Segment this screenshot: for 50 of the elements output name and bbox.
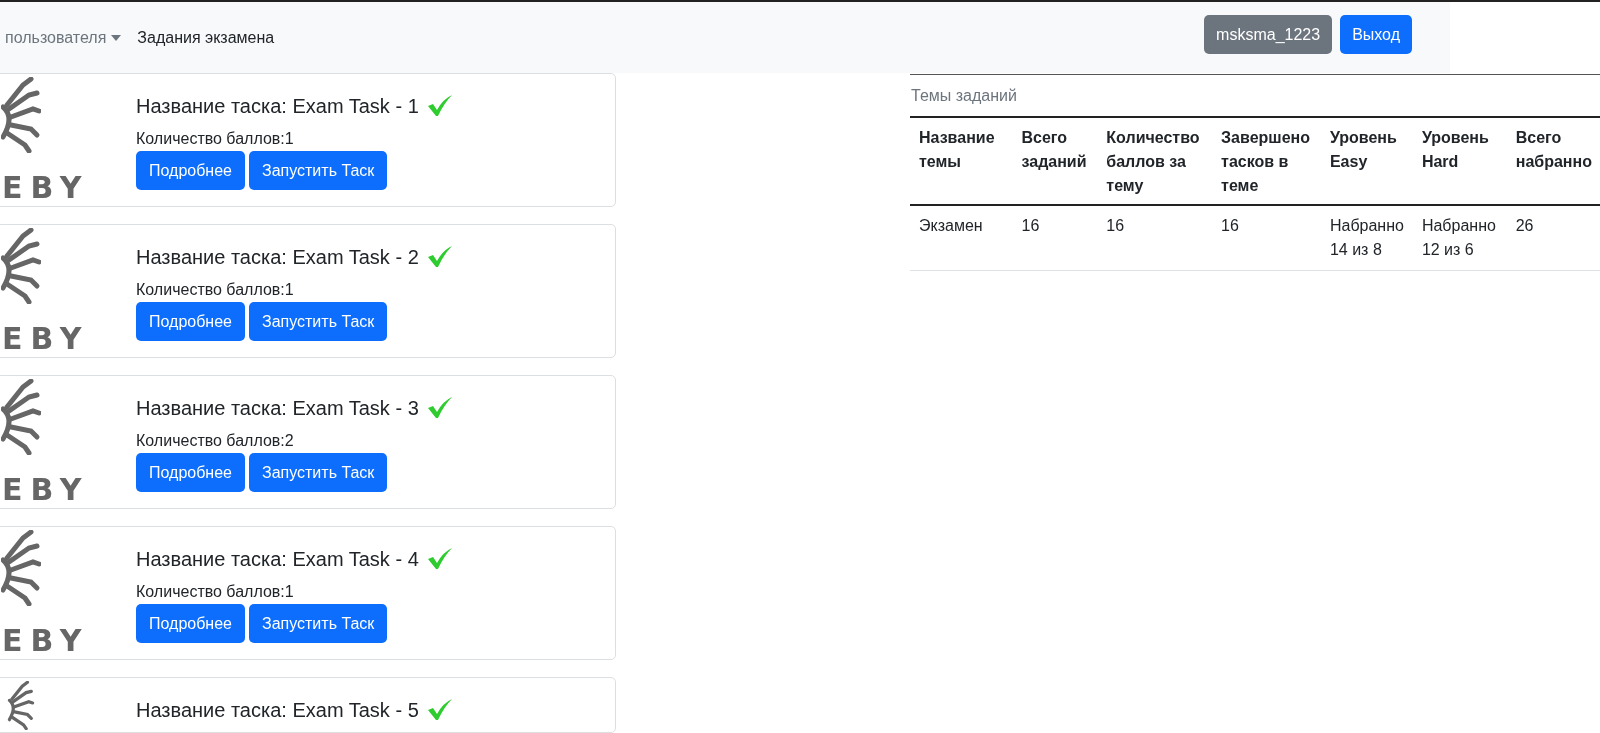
table-cell: 16 <box>1097 205 1213 271</box>
column-header: Название темы <box>910 118 1013 205</box>
logout-button[interactable]: Выход <box>1340 15 1412 54</box>
logo-text: EBY <box>2 172 90 204</box>
points-text: Количество баллов:2 <box>136 431 295 451</box>
checkmark-icon <box>426 94 453 118</box>
task-title: Название таска: Exam Task - 1 <box>136 94 419 118</box>
nav-link[interactable]: Задания экзамена <box>137 28 275 47</box>
table-caption: Темы заданий <box>910 75 1600 118</box>
details-button[interactable]: Подробнее <box>136 604 245 643</box>
spider-icon <box>1 77 41 153</box>
task-title: Название таска: Exam Task - 3 <box>136 396 419 420</box>
details-button[interactable]: Подробнее <box>136 151 245 190</box>
details-button[interactable]: Подробнее <box>136 453 245 492</box>
table-cell: 26 <box>1506 205 1600 271</box>
launch-button[interactable]: Запустить Таск <box>249 302 388 341</box>
checkmark-icon <box>426 245 453 269</box>
table-cell: Набранно 12 из 6 <box>1412 205 1507 271</box>
logo-text: EBY <box>2 323 90 355</box>
logo-text: EBY <box>2 474 90 506</box>
task-title: Название таска: Exam Task - 2 <box>136 245 419 269</box>
checkmark-icon <box>426 547 453 571</box>
table-cell: 16 <box>1012 205 1098 271</box>
checkmark-icon <box>426 396 453 420</box>
details-button[interactable]: Подробнее <box>136 302 245 341</box>
user-dropdown[interactable]: пользователя <box>5 28 122 47</box>
spider-icon <box>1 379 41 455</box>
table-cell: Экзамен <box>910 205 1013 271</box>
table-cell: Набранно 14 из 8 <box>1320 205 1413 271</box>
task-title: Название таска: Exam Task - 4 <box>136 547 419 571</box>
checkmark-icon <box>426 698 453 722</box>
spider-icon <box>1 530 41 606</box>
launch-button[interactable]: Запустить Таск <box>249 453 388 492</box>
launch-button[interactable]: Запустить Таск <box>249 604 388 643</box>
spider-icon <box>1 228 41 304</box>
column-header: Уровень Hard <box>1412 118 1507 205</box>
points-text: Количество баллов:1 <box>136 582 295 602</box>
launch-button[interactable]: Запустить Таск <box>249 151 388 190</box>
task-title: Название таска: Exam Task - 5 <box>136 698 419 722</box>
points-text: Количество баллов:1 <box>136 280 295 300</box>
table-cell: 16 <box>1212 205 1321 271</box>
logo-text: EBY <box>2 625 90 657</box>
column-header: Уровень Easy <box>1320 118 1413 205</box>
column-header: Всего набранно <box>1506 118 1600 205</box>
points-text: Количество баллов:1 <box>136 129 295 149</box>
caret-icon <box>111 34 122 41</box>
column-header: Всего заданий <box>1012 118 1098 205</box>
column-header: Завершено тасков в теме <box>1212 118 1321 205</box>
user-button[interactable]: msksma_1223 <box>1204 15 1333 54</box>
column-header: Количество баллов за тему <box>1097 118 1213 205</box>
